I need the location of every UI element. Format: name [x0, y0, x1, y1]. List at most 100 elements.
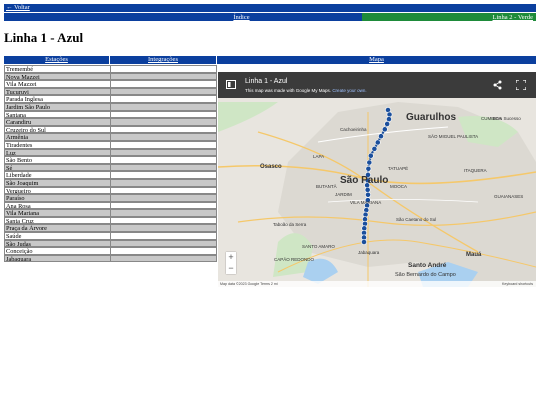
nav-index-cell: Índice — [124, 13, 362, 21]
station-marker[interactable] — [378, 133, 384, 140]
integrations-header-link[interactable]: Integrações — [148, 56, 178, 63]
map-label-sao-miguel: SÃO MIGUEL PAULISTA — [428, 134, 479, 139]
station-integrations — [110, 87, 217, 96]
station-name: Vergueiro — [4, 186, 110, 195]
station-integrations — [110, 125, 217, 134]
map-label-mooca: MOOCA — [390, 184, 408, 189]
map-label-bom-sucesso: Bom Sucesso — [493, 116, 521, 121]
station-name: Vila Mariana — [4, 209, 110, 217]
table-row: Parada Inglesa — [4, 95, 217, 103]
map-legend-icon[interactable] — [226, 80, 236, 89]
station-integrations — [110, 156, 217, 164]
map-label-vila-mariana: VILA MARIANA — [350, 200, 382, 205]
embedded-map[interactable]: Linha 1 - Azul This map was made with Go… — [218, 72, 536, 287]
station-integrations — [110, 163, 217, 172]
map-label-jabaquara: Jabaquara — [358, 250, 380, 255]
map-header: Mapa — [217, 56, 536, 64]
station-integrations — [110, 148, 217, 157]
station-name: Tremembé — [4, 65, 110, 73]
station-marker[interactable] — [384, 121, 391, 127]
station-name: Conceição — [4, 247, 110, 255]
table-row: Carandiru — [4, 118, 217, 126]
station-name: Liberdade — [4, 171, 110, 179]
station-marker[interactable] — [367, 152, 374, 159]
station-name: Saúde — [4, 232, 110, 240]
station-name: Santa Cruz — [4, 216, 110, 225]
station-integrations — [110, 171, 217, 179]
table-row: Jabaquara — [4, 254, 217, 263]
station-name: Santana — [4, 110, 110, 119]
station-marker[interactable] — [386, 116, 392, 123]
station-name: Jardim São Paulo — [4, 102, 110, 111]
station-name: São Bento — [4, 156, 110, 164]
fullscreen-icon[interactable] — [516, 80, 526, 90]
station-name: Ana Rosa — [4, 201, 110, 210]
stations-header-link[interactable]: Estações — [45, 56, 68, 63]
share-icon[interactable] — [493, 80, 502, 90]
map-title[interactable]: Linha 1 - Azul — [245, 78, 287, 85]
zoom-control: + − — [226, 252, 236, 274]
station-marker[interactable] — [364, 186, 371, 193]
map-attribution[interactable]: Map data ©2023 Google Terms 2 mi — [218, 282, 278, 286]
station-name: Praça da Árvore — [4, 224, 110, 233]
station-marker[interactable] — [365, 191, 371, 198]
station-name: Paraíso — [4, 194, 110, 202]
back-link[interactable]: ← Voltar — [6, 4, 30, 12]
station-marker[interactable] — [371, 145, 378, 152]
table-header: Estações Integrações Mapa — [4, 56, 536, 64]
map-label-santo-andre: Santo André — [408, 262, 447, 269]
station-integrations — [110, 201, 217, 210]
table-row: Sé — [4, 163, 217, 172]
create-map-link[interactable]: Create your own. — [332, 88, 366, 93]
station-integrations — [110, 247, 217, 255]
index-link[interactable]: Índice — [233, 14, 252, 21]
station-marker[interactable] — [374, 139, 381, 146]
table-row: Tucuruvi — [4, 87, 217, 96]
table-row: Vila Mazzei — [4, 80, 217, 88]
map-header-link[interactable]: Mapa — [369, 56, 384, 63]
station-integrations — [110, 209, 217, 217]
station-marker[interactable] — [381, 126, 388, 133]
table-row: Vergueiro — [4, 186, 217, 195]
station-marker[interactable] — [366, 159, 373, 166]
nav-next-cell: Linha 2 - Verde — [362, 13, 536, 21]
station-integrations — [110, 178, 217, 187]
map-label-sao-paulo: São Paulo — [340, 175, 389, 186]
table-row: Vila Mariana — [4, 209, 217, 217]
map-label-guarulhos: Guarulhos — [406, 112, 457, 123]
zoom-out-button[interactable]: − — [226, 263, 236, 274]
table-row: Nova Mazzei — [4, 72, 217, 81]
table-row: Ana Rosa — [4, 201, 217, 210]
keyboard-shortcuts-link[interactable]: Keyboard shortcuts — [502, 281, 533, 287]
integrations-header: Integrações — [110, 56, 217, 64]
station-name: Parada Inglesa — [4, 95, 110, 103]
table-row: São Judas — [4, 239, 217, 248]
station-name: Carandiru — [4, 118, 110, 126]
table-row: Liberdade — [4, 171, 217, 179]
map-label-santo-amaro: SANTO AMARO — [302, 244, 335, 249]
zoom-in-button[interactable]: + — [226, 252, 236, 263]
map-subtitle: This map was made with Google My Maps. C… — [245, 88, 367, 93]
table-row: Praça da Árvore — [4, 224, 217, 233]
table-row: Armênia — [4, 133, 217, 141]
station-marker[interactable] — [361, 239, 367, 245]
station-marker[interactable] — [365, 165, 372, 172]
station-name: São Judas — [4, 239, 110, 248]
station-name: Armênia — [4, 133, 110, 141]
table-row: Conceição — [4, 247, 217, 255]
table-row: Jardim São Paulo — [4, 102, 217, 111]
station-integrations — [110, 224, 217, 233]
station-integrations — [110, 110, 217, 119]
map-label-guaianases: GUAIANASES — [494, 194, 524, 199]
station-integrations — [110, 133, 217, 141]
table-row: São Joaquim — [4, 178, 217, 187]
station-integrations — [110, 95, 217, 103]
map-label-jardim: JARDIM — [335, 192, 352, 197]
station-integrations — [110, 239, 217, 248]
map-label-sao-bernardo: São Bernardo do Campo — [395, 272, 456, 278]
station-name: Cruzeiro do Sul — [4, 125, 110, 134]
map-label-osasco: Osasco — [260, 164, 282, 170]
stations-header: Estações — [4, 56, 110, 64]
station-integrations — [110, 140, 217, 149]
next-line-link[interactable]: Linha 2 - Verde — [493, 14, 537, 21]
